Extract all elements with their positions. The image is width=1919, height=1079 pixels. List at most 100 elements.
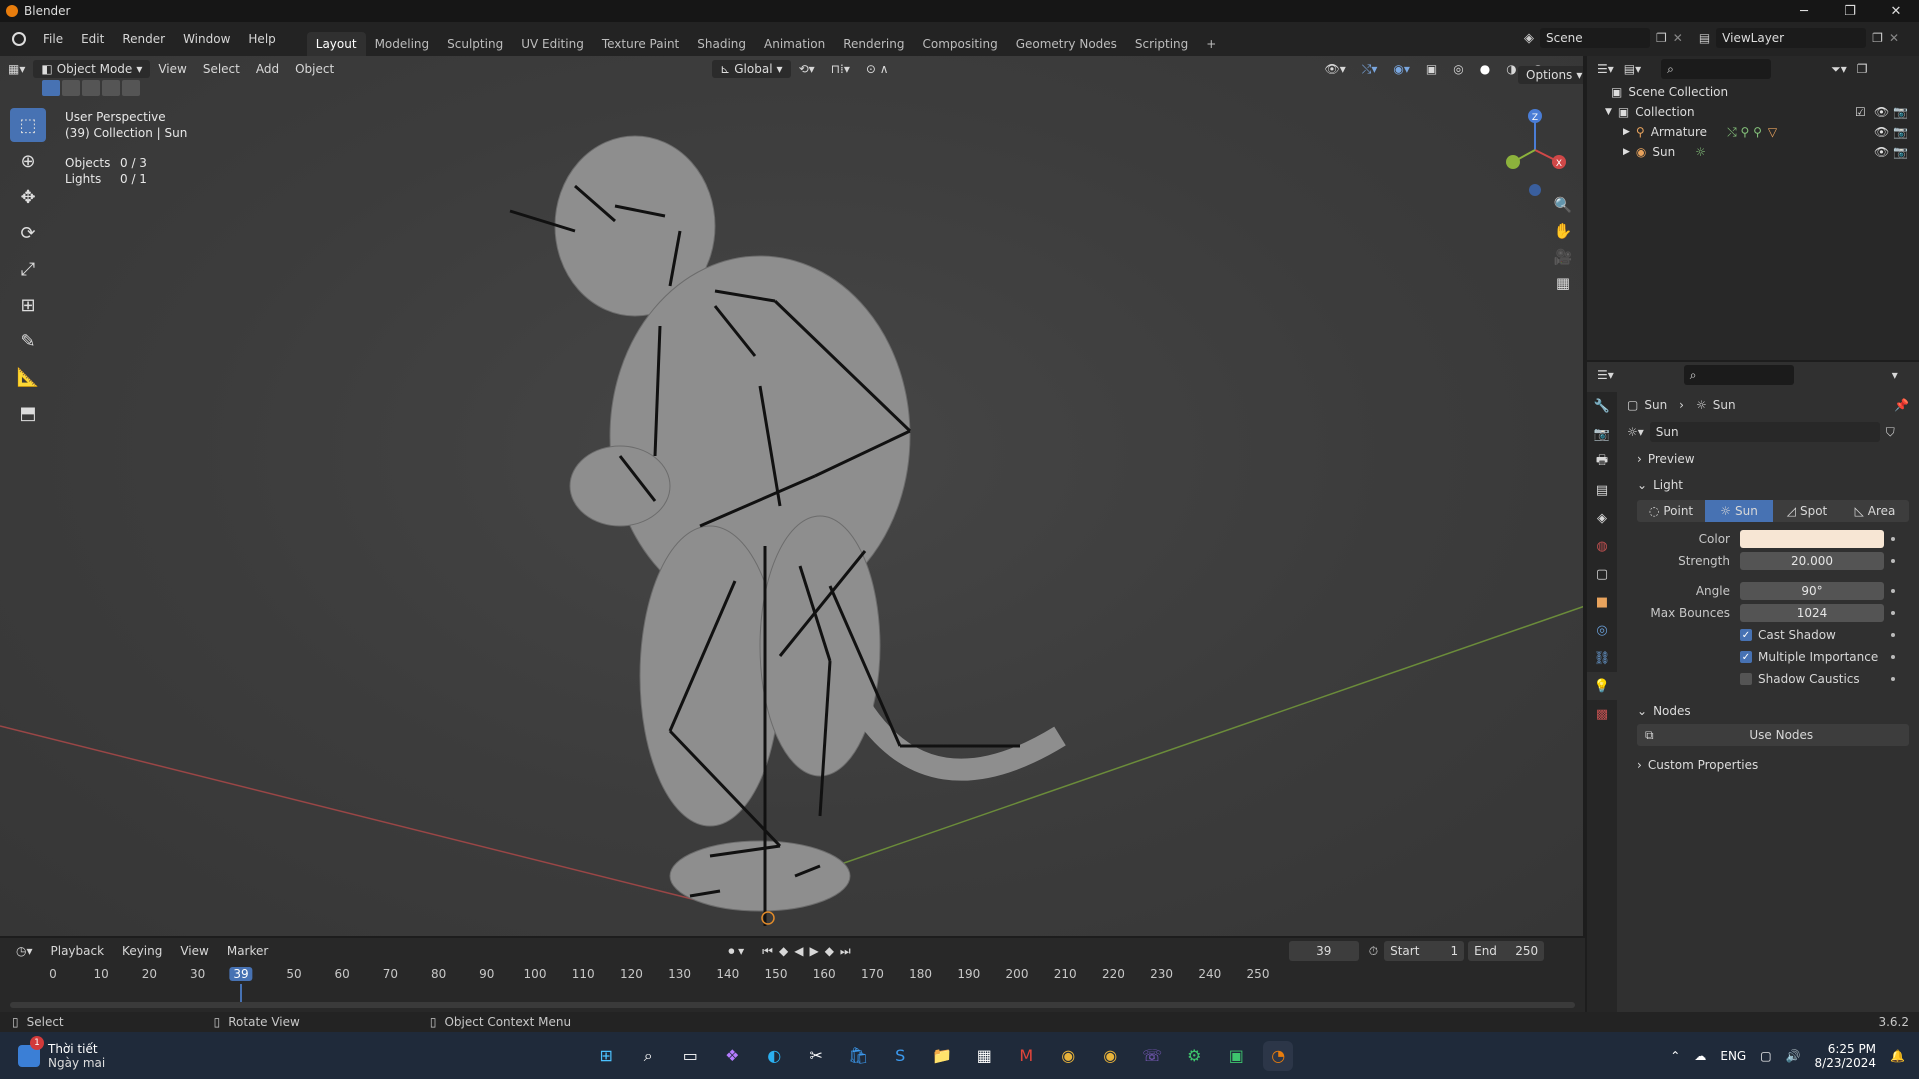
light-type-spot[interactable]: ◿ Spot bbox=[1773, 500, 1841, 522]
language-indicator[interactable]: ENG bbox=[1720, 1049, 1746, 1063]
tab-layout[interactable]: Layout bbox=[306, 32, 366, 56]
snipping-tool-icon[interactable]: ✂ bbox=[801, 1041, 831, 1071]
tab-compositing[interactable]: Compositing bbox=[913, 32, 1006, 56]
light-data-tab-icon[interactable]: 💡 bbox=[1587, 672, 1617, 700]
perspective-grid-icon[interactable]: ▦ bbox=[1550, 270, 1576, 296]
tab-modeling[interactable]: Modeling bbox=[366, 32, 439, 56]
outliner-search-input[interactable]: ⌕ bbox=[1661, 59, 1772, 79]
hide-eye-icon[interactable]: 👁 bbox=[1874, 145, 1889, 159]
outliner-item-armature[interactable]: ▶ ⚲ Armature ⤭ ⚲ ⚲ ▽ 👁 📷 bbox=[1587, 122, 1919, 142]
light-type-point[interactable]: ◌ Point bbox=[1637, 500, 1705, 522]
pin-icon[interactable]: 📌 bbox=[1894, 398, 1909, 412]
mcafee-icon[interactable]: M bbox=[1011, 1041, 1041, 1071]
datablock-name-field[interactable]: Sun bbox=[1649, 422, 1880, 442]
cast-shadow-row[interactable]: ✓ Cast Shadow bbox=[1627, 624, 1919, 646]
strength-field[interactable]: 20.000 bbox=[1740, 552, 1884, 570]
keyframe-dot-icon[interactable] bbox=[1891, 633, 1895, 637]
view-layer-icon[interactable]: ▤ bbox=[1699, 31, 1710, 45]
filter-icon[interactable]: ⏷▾ bbox=[1831, 62, 1847, 77]
keyframe-dot-icon[interactable] bbox=[1891, 655, 1895, 659]
keyframe-dot-icon[interactable] bbox=[1891, 537, 1895, 541]
custom-properties-panel-header[interactable]: › Custom Properties bbox=[1627, 752, 1919, 778]
multiple-importance-row[interactable]: ✓ Multiple Importance bbox=[1627, 646, 1919, 668]
next-keyframe-icon[interactable]: ◆ bbox=[825, 944, 840, 958]
view-layer-selector[interactable]: ViewLayer bbox=[1716, 28, 1867, 48]
tab-geometry-nodes[interactable]: Geometry Nodes bbox=[1007, 32, 1126, 56]
menu-render[interactable]: Render bbox=[113, 32, 174, 46]
tool-tab-icon[interactable]: 🔧 bbox=[1587, 392, 1617, 420]
blender-taskbar-icon[interactable]: ◔ bbox=[1263, 1040, 1294, 1071]
use-nodes-button[interactable]: ⧉ Use Nodes bbox=[1637, 724, 1909, 746]
keyframe-dot-icon[interactable] bbox=[1891, 611, 1895, 615]
tab-sculpting[interactable]: Sculpting bbox=[438, 32, 512, 56]
constraints-tab-icon[interactable]: ⛓ bbox=[1587, 644, 1617, 672]
play-reverse-icon[interactable]: ◀ bbox=[794, 944, 809, 958]
search-icon[interactable]: ⌕ bbox=[633, 1041, 663, 1071]
volume-icon[interactable]: 🔊 bbox=[1786, 1049, 1801, 1063]
render-tab-icon[interactable]: 📷 bbox=[1587, 420, 1617, 448]
new-view-layer-icon[interactable]: ❐ bbox=[1872, 31, 1883, 45]
tab-rendering[interactable]: Rendering bbox=[834, 32, 913, 56]
remote-desktop-icon[interactable]: ▦ bbox=[969, 1041, 999, 1071]
collection-row[interactable]: ▼ ▣ Collection ☑ 👁 📷 bbox=[1587, 102, 1919, 122]
navigation-gizmo[interactable]: Z X bbox=[1495, 106, 1575, 196]
hide-eye-icon[interactable]: 👁 bbox=[1874, 125, 1889, 139]
jump-start-icon[interactable]: ⏮ bbox=[762, 944, 779, 958]
new-collection-icon[interactable]: ❐ bbox=[1857, 62, 1868, 76]
multiple-importance-checkbox[interactable]: ✓ bbox=[1740, 651, 1752, 663]
expand-icon[interactable]: ▼ bbox=[1605, 107, 1612, 117]
light-type-area[interactable]: ◺ Area bbox=[1841, 500, 1909, 522]
menu-keying[interactable]: Keying bbox=[114, 942, 170, 960]
microsoft-store-icon[interactable]: 🛍 bbox=[843, 1041, 873, 1071]
preview-range-icon[interactable]: ⏱ bbox=[1369, 944, 1378, 959]
menu-playback[interactable]: Playback bbox=[43, 942, 113, 960]
physics-tab-icon[interactable]: ◎ bbox=[1587, 616, 1617, 644]
task-view-icon[interactable]: ▭ bbox=[675, 1041, 705, 1071]
weather-widget[interactable]: 1 Thời tiết Ngày mai bbox=[18, 1035, 105, 1070]
tray-chevron-icon[interactable]: ⌃ bbox=[1670, 1049, 1680, 1063]
tab-shading[interactable]: Shading bbox=[688, 32, 755, 56]
angle-field[interactable]: 90° bbox=[1740, 582, 1884, 600]
current-frame-field[interactable]: 39 bbox=[1288, 941, 1359, 961]
prev-keyframe-icon[interactable]: ◆ bbox=[779, 944, 794, 958]
playhead-frame[interactable]: 39 bbox=[229, 967, 253, 981]
object-tab-icon[interactable]: ■ bbox=[1587, 588, 1617, 616]
hide-eye-icon[interactable]: 👁 bbox=[1874, 105, 1889, 119]
camera-view-icon[interactable]: 🎥 bbox=[1550, 244, 1576, 270]
windows-start-icon[interactable]: ⊞ bbox=[591, 1041, 621, 1071]
display-mode-icon[interactable]: ▤▾ bbox=[1624, 62, 1641, 76]
chrome-icon[interactable]: ◉ bbox=[1053, 1041, 1083, 1071]
tab-scripting[interactable]: Scripting bbox=[1126, 32, 1197, 56]
timeline-scrollbar[interactable] bbox=[10, 1002, 1575, 1008]
preview-panel-header[interactable]: › Preview bbox=[1627, 446, 1919, 472]
clock[interactable]: 6:25 PM 8/23/2024 bbox=[1815, 1042, 1877, 1070]
nodes-panel-header[interactable]: ⌄ Nodes bbox=[1627, 698, 1919, 724]
expand-icon[interactable]: ▶ bbox=[1623, 147, 1630, 157]
add-workspace-button[interactable]: + bbox=[1197, 32, 1225, 56]
fake-user-shield-icon[interactable]: ⛉ bbox=[1886, 425, 1895, 440]
collection-tab-icon[interactable]: ▢ bbox=[1587, 560, 1617, 588]
tab-uv-editing[interactable]: UV Editing bbox=[512, 32, 593, 56]
file-explorer-icon[interactable]: 📁 bbox=[927, 1041, 957, 1071]
pan-hand-icon[interactable]: ✋ bbox=[1550, 218, 1576, 244]
gizmo-y-handle[interactable] bbox=[1506, 155, 1520, 169]
auto-keying-icon[interactable]: ⏺ ▾ bbox=[728, 944, 744, 959]
expand-icon[interactable]: ▶ bbox=[1623, 127, 1630, 137]
light-panel-header[interactable]: ⌄ Light bbox=[1627, 472, 1919, 498]
scene-selector[interactable]: Scene bbox=[1540, 28, 1650, 48]
scene-tab-icon[interactable]: ◈ bbox=[1587, 504, 1617, 532]
output-tab-icon[interactable]: 🖶 bbox=[1587, 448, 1617, 476]
end-frame-field[interactable]: End 250 bbox=[1468, 941, 1545, 961]
monkey-mesh[interactable] bbox=[554, 135, 1066, 912]
shadow-caustics-row[interactable]: Shadow Caustics bbox=[1627, 668, 1919, 690]
menu-edit[interactable]: Edit bbox=[72, 32, 113, 46]
options-chevron-icon[interactable]: ▾ bbox=[1892, 368, 1898, 382]
keyframe-dot-icon[interactable] bbox=[1891, 559, 1895, 563]
jump-end-icon[interactable]: ⏭ bbox=[840, 944, 857, 958]
menu-help[interactable]: Help bbox=[239, 32, 284, 46]
exclude-checkbox-icon[interactable]: ☑ bbox=[1855, 105, 1866, 119]
minimize-button[interactable]: ─ bbox=[1781, 0, 1827, 22]
menu-file[interactable]: File bbox=[34, 32, 72, 46]
play-icon[interactable]: ▶ bbox=[809, 944, 824, 958]
tab-animation[interactable]: Animation bbox=[755, 32, 834, 56]
